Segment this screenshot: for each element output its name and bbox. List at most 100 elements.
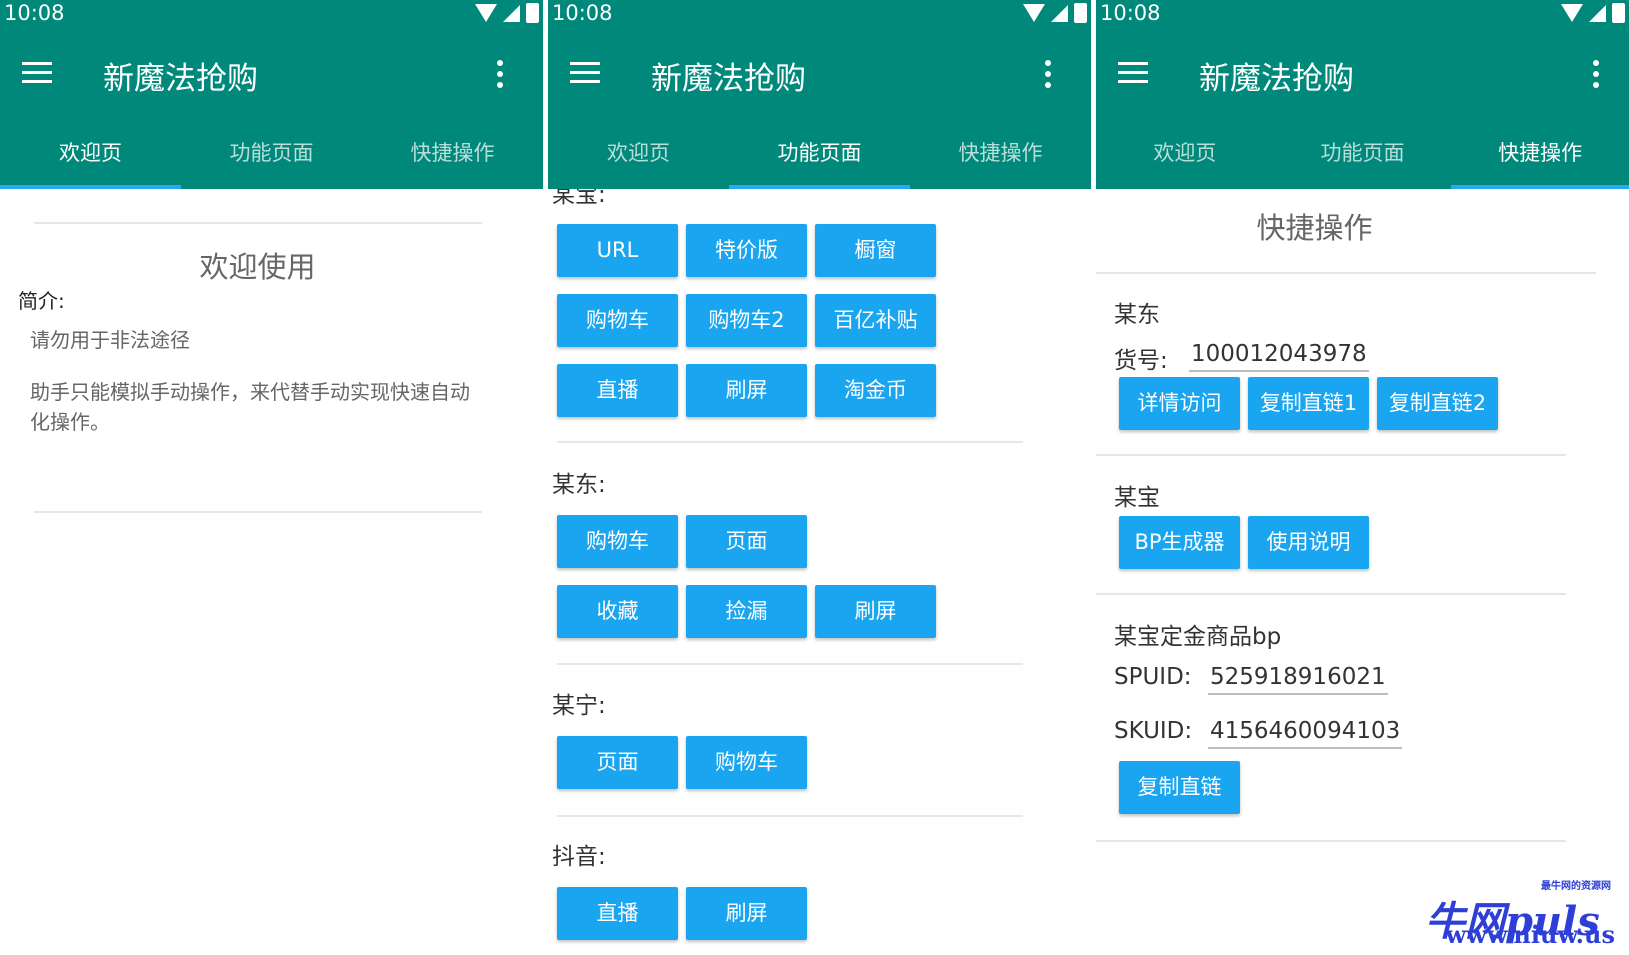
bp-generator-button[interactable]: BP生成器 [1119, 516, 1240, 569]
intro-text-line1: 助手只能模拟手动操作，来代替手动实现快速自动 [30, 380, 470, 404]
status-icons [1023, 3, 1087, 23]
item-number-input[interactable]: 100012043978 [1189, 341, 1369, 372]
menu-icon[interactable] [570, 62, 600, 84]
tab-welcome[interactable]: 欢迎页 [1096, 133, 1274, 189]
section-label-douyin: 抖音: [552, 844, 606, 870]
douyin-live-button[interactable]: 直播 [557, 887, 678, 940]
signal-icon [1589, 4, 1606, 22]
features-content: 某宝: URL 特价版 橱窗 购物车 购物车2 百亿补贴 直播 刷屏 淘金币 某… [548, 189, 1091, 955]
divider [1096, 272, 1596, 274]
app-title: 新魔法抢购 [651, 61, 806, 97]
more-vert-icon[interactable] [1593, 60, 1599, 88]
menu-icon[interactable] [1118, 62, 1148, 84]
tab-features[interactable]: 功能页面 [181, 133, 362, 189]
app-title: 新魔法抢购 [1199, 61, 1354, 97]
skuid-label: SKUID: [1114, 718, 1193, 744]
mou-bao-cart2-button[interactable]: 购物车2 [686, 294, 807, 347]
divider [1096, 593, 1566, 595]
battery-icon [1074, 3, 1087, 23]
copy-link2-button[interactable]: 复制直链2 [1377, 377, 1498, 430]
status-icons [1561, 3, 1625, 23]
deposit-section-label: 某宝定金商品bp [1114, 624, 1282, 650]
item-number-label: 货号: [1114, 348, 1168, 374]
mou-bao-url-button[interactable]: URL [557, 224, 678, 277]
wifi-icon [1023, 4, 1045, 22]
status-bar: 10:08 [1096, 0, 1629, 26]
skuid-input[interactable]: 4156460094103 [1208, 718, 1403, 749]
intro-label: 简介: [18, 289, 65, 313]
more-vert-icon[interactable] [497, 60, 503, 88]
status-bar: 10:08 [0, 0, 543, 26]
watermark-logo: 最牛网的资源网 牛网puls www.niuw.us [1425, 877, 1615, 949]
copy-link1-button[interactable]: 复制直链1 [1248, 377, 1369, 430]
intro-warning: 请勿用于非法途径 [30, 328, 190, 352]
section-label-mou-bao: 某宝: [552, 189, 606, 208]
usage-guide-button[interactable]: 使用说明 [1248, 516, 1369, 569]
douyin-refresh-button[interactable]: 刷屏 [686, 887, 807, 940]
tab-features[interactable]: 功能页面 [1274, 133, 1452, 189]
mou-dong-section-label: 某东 [1114, 302, 1160, 328]
status-time: 10:08 [552, 1, 613, 25]
screen-welcome: 10:08 新魔法抢购 欢迎页 功能页面 快捷操作 欢迎使用 简介: 请勿用于非… [0, 0, 543, 955]
signal-icon [503, 4, 520, 22]
tab-bar: 欢迎页 功能页面 快捷操作 [548, 133, 1091, 189]
divider [557, 815, 1023, 817]
intro-text-line2: 化操作。 [30, 410, 110, 434]
tab-bar: 欢迎页 功能页面 快捷操作 [0, 133, 543, 189]
mou-dong-cart-button[interactable]: 购物车 [557, 515, 678, 568]
app-bar: 新魔法抢购 欢迎页 功能页面 快捷操作 [0, 26, 543, 189]
menu-icon[interactable] [22, 62, 52, 84]
tab-welcome[interactable]: 欢迎页 [0, 133, 181, 189]
app-title: 新魔法抢购 [103, 61, 258, 97]
tab-quick-actions[interactable]: 快捷操作 [910, 133, 1091, 189]
divider [557, 663, 1023, 665]
mou-bao-gold-coin-button[interactable]: 淘金币 [815, 364, 936, 417]
section-label-mou-ning: 某宁: [552, 693, 606, 719]
mou-dong-bargain-button[interactable]: 捡漏 [686, 585, 807, 638]
mou-ning-cart-button[interactable]: 购物车 [686, 736, 807, 789]
spuid-label: SPUID: [1114, 664, 1192, 690]
mou-bao-section-label: 某宝 [1114, 485, 1160, 511]
divider [557, 441, 1023, 443]
tab-quick-actions[interactable]: 快捷操作 [362, 133, 543, 189]
welcome-content: 欢迎使用 简介: 请勿用于非法途径 助手只能模拟手动操作，来代替手动实现快速自动… [0, 189, 543, 955]
watermark-url: www.niuw.us [1445, 920, 1616, 949]
screen-features: 10:08 新魔法抢购 欢迎页 功能页面 快捷操作 某宝: URL 特价版 橱窗… [548, 0, 1091, 955]
divider [34, 222, 482, 224]
battery-icon [526, 3, 539, 23]
mou-bao-subsidy-button[interactable]: 百亿补贴 [815, 294, 936, 347]
spuid-input[interactable]: 525918916021 [1208, 664, 1388, 695]
mou-dong-favorite-button[interactable]: 收藏 [557, 585, 678, 638]
mou-ning-page-button[interactable]: 页面 [557, 736, 678, 789]
quick-actions-heading: 快捷操作 [1256, 211, 1373, 245]
welcome-heading: 欢迎使用 [199, 250, 316, 284]
mou-bao-refresh-button[interactable]: 刷屏 [686, 364, 807, 417]
copy-link-button[interactable]: 复制直链 [1119, 761, 1240, 814]
status-icons [475, 3, 539, 23]
status-time: 10:08 [4, 1, 65, 25]
mou-dong-refresh-button[interactable]: 刷屏 [815, 585, 936, 638]
mou-dong-page-button[interactable]: 页面 [686, 515, 807, 568]
divider [1096, 840, 1566, 842]
section-label-mou-dong: 某东: [552, 472, 606, 498]
tab-welcome[interactable]: 欢迎页 [548, 133, 729, 189]
tab-quick-actions[interactable]: 快捷操作 [1451, 133, 1629, 189]
mou-bao-special-edition-button[interactable]: 特价版 [686, 224, 807, 277]
quick-actions-content: 快捷操作 某东 货号: 100012043978 详情访问 复制直链1 复制直链… [1096, 189, 1629, 955]
tab-features[interactable]: 功能页面 [729, 133, 910, 189]
mou-bao-live-button[interactable]: 直播 [557, 364, 678, 417]
divider [34, 511, 482, 513]
mou-bao-cart-button[interactable]: 购物车 [557, 294, 678, 347]
signal-icon [1051, 4, 1068, 22]
screen-quick-actions: 10:08 新魔法抢购 欢迎页 功能页面 快捷操作 快捷操作 某东 货号: 10… [1096, 0, 1629, 955]
tab-bar: 欢迎页 功能页面 快捷操作 [1096, 133, 1629, 189]
wifi-icon [475, 4, 497, 22]
detail-visit-button[interactable]: 详情访问 [1119, 377, 1240, 430]
status-time: 10:08 [1100, 1, 1161, 25]
status-bar: 10:08 [548, 0, 1091, 26]
battery-icon [1612, 3, 1625, 23]
more-vert-icon[interactable] [1045, 60, 1051, 88]
app-bar: 新魔法抢购 欢迎页 功能页面 快捷操作 [548, 26, 1091, 189]
wifi-icon [1561, 4, 1583, 22]
mou-bao-showcase-button[interactable]: 橱窗 [815, 224, 936, 277]
